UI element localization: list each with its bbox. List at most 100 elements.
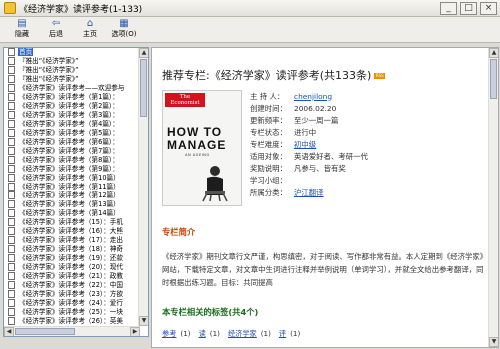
tag-link[interactable]: 评 [279, 329, 286, 338]
tree-item[interactable]: 《经济学家》读评参考（第2篇）： [4, 102, 148, 111]
options-button[interactable]: ▦ 选项(O) [110, 17, 138, 43]
tree-item[interactable]: 《经济学家》读评参考（第3篇）： [4, 111, 148, 120]
tree-item[interactable]: 《经济学家》读评参考（第5篇）： [4, 128, 148, 137]
document-icon [8, 316, 15, 325]
tree-hscroll-thumb[interactable] [15, 328, 75, 335]
elderly-figure-illustration [202, 166, 228, 202]
tree-horizontal-scrollbar[interactable]: ◀ ▶ [4, 326, 140, 336]
info-key: 奖励说明： [250, 164, 287, 174]
rss-icon[interactable]: RSS [374, 73, 386, 79]
tree-item-label: 《经济学家》读评参考（16）：大熊 [19, 227, 123, 236]
info-key: 更新频率： [250, 115, 287, 125]
tree-scroll-thumb[interactable] [140, 59, 147, 117]
tree-item[interactable]: 《经济学家》读评参考（第4篇）： [4, 119, 148, 129]
info-row: 奖励说明： 凡参与、皆有奖 [250, 163, 420, 175]
tree-item[interactable]: 《经济学家》读评参考（24）：爱行 [4, 298, 148, 307]
scroll-down-icon[interactable]: ▼ [139, 316, 148, 326]
tree-item[interactable]: 《经济学家》读评参考（第12篇） [4, 191, 148, 200]
close-button[interactable]: × [480, 1, 497, 15]
maximize-button[interactable]: □ [460, 1, 477, 15]
document-icon [8, 298, 15, 307]
tree-item-label: 首页 [18, 48, 34, 57]
tag-link[interactable]: 经济学家 [228, 329, 257, 338]
document-icon [8, 164, 15, 173]
document-icon [8, 48, 15, 57]
document-icon [8, 289, 15, 298]
tree-item-label: 《经济学家》读评参考（第13篇） [19, 200, 120, 209]
document-icon [8, 84, 15, 93]
tree-item[interactable]: 《经济学家》读评参考（第1篇）： [4, 93, 148, 102]
minimize-button[interactable]: _ [440, 1, 457, 15]
tree-item-label: 《经济学家》读评参考（22）：中国 [19, 280, 123, 289]
tree-item[interactable]: 《经济学家》读评参考（第8篇）： [4, 155, 148, 164]
document-icon [8, 102, 15, 111]
info-key: 专栏状态： [250, 127, 287, 137]
info-row: 创建时间： 2006.02.20 [250, 102, 420, 114]
tree-item[interactable]: 《经济学家》读评参考（23）：方欲 [4, 289, 148, 298]
tree-item[interactable]: 《经济学家》读评参考（16）：大熊 [4, 227, 148, 236]
tree-item[interactable]: 《经济学家》读评参考（第10篇） [4, 173, 148, 182]
tree-item[interactable]: 《经济学家》读评参考（25）：一块 [4, 307, 148, 316]
tree-item[interactable]: 《经济学家》读评参考（第9篇）： [4, 164, 148, 173]
tree-item[interactable]: 『推出“《经济学家》” [4, 57, 148, 66]
tree-item-label: 《经济学家》读评参考（21）：政教 [19, 271, 123, 280]
scroll-right-icon[interactable]: ▶ [130, 327, 140, 336]
document-icon [8, 182, 15, 191]
content-scroll-thumb[interactable] [490, 59, 497, 99]
tree-item[interactable]: 《经济学家》读评参考（15）：手机 [4, 218, 148, 227]
tree-item[interactable]: 《经济学家》读评参考——欢迎参与 [4, 84, 148, 93]
info-row: 学习小组： [250, 175, 420, 187]
content-pane: 推荐专栏:《经济学家》读评参考(共133条) RSS The Economist … [151, 47, 499, 348]
content-scroll-down-icon[interactable]: ▼ [489, 337, 498, 347]
tree-item[interactable]: 《经济学家》读评参考（21）：政教 [4, 271, 148, 280]
document-icon [8, 191, 15, 200]
scroll-up-icon[interactable]: ▲ [139, 48, 148, 58]
tree-item-label: 『推出“《经济学家》” [19, 66, 79, 75]
tree-item[interactable]: 《经济学家》读评参考（19）：还款 [4, 254, 148, 263]
home-button[interactable]: ⌂ 主页 [76, 17, 104, 43]
document-icon [8, 209, 15, 218]
app-icon [4, 2, 16, 14]
content-vertical-scrollbar[interactable]: ▲ ▼ [488, 48, 498, 347]
tree-item-label: 《经济学家》读评参考（第7篇）： [19, 146, 119, 155]
tree-item[interactable]: 首页 [4, 48, 148, 57]
back-arrow-icon: ⇦ [51, 18, 61, 29]
tree-item[interactable]: 『推出“《经济学家》” [4, 66, 148, 75]
tag-link[interactable]: 参考 [162, 329, 176, 338]
tree-item[interactable]: 《经济学家》读评参考（22）：中国 [4, 280, 148, 289]
scroll-left-icon[interactable]: ◀ [4, 327, 14, 336]
tree-item[interactable]: 《经济学家》读评参考（18）：神奇 [4, 245, 148, 254]
tree-item[interactable]: 《经济学家》读评参考（第13篇） [4, 200, 148, 209]
content-scroll-up-icon[interactable]: ▲ [489, 48, 498, 58]
info-link[interactable]: 沪江翻译 [294, 187, 324, 198]
tree-item[interactable]: 《经济学家》读评参考（第7篇）： [4, 146, 148, 155]
tree-item[interactable]: 《经济学家》读评参考（26）：英美 [4, 316, 148, 325]
tree-vertical-scrollbar[interactable]: ▲ ▼ [138, 48, 148, 326]
back-button[interactable]: ⇦ 后退 [42, 17, 70, 43]
tree-item[interactable]: 《经济学家》读评参考（第11篇） [4, 182, 148, 191]
info-key: 适用对象： [250, 152, 287, 162]
info-row: 专栏难度： 初中级 [250, 138, 420, 150]
document-icon [8, 119, 15, 128]
intro-text: 《经济学家》期刊文章行文严谨，构思缜密，对于阅读、写作都非常有益。本人定期到《经… [162, 252, 484, 287]
tag-link[interactable]: 读 [199, 329, 206, 338]
economist-logo: The Economist [165, 93, 205, 107]
info-key: 所属分类： [250, 188, 287, 198]
info-key: 学习小组： [250, 176, 287, 186]
tree-item[interactable]: 《经济学家》读评参考（第14篇） [4, 209, 148, 218]
hide-label: 隐藏 [15, 30, 29, 38]
info-link[interactable]: chenjilong [294, 92, 332, 101]
options-label: 选项(O) [111, 30, 137, 38]
tree-item-label: 《经济学家》读评参考（第14篇） [19, 209, 120, 218]
home-icon: ⌂ [86, 18, 94, 29]
tag-count: (1) [180, 329, 191, 338]
tree-item[interactable]: 《经济学家》读评参考（第6篇）： [4, 137, 148, 146]
tree-item[interactable]: 《经济学家》读评参考（17）：走出 [4, 236, 148, 245]
tree-item[interactable]: 『推出“《经济学家》” [4, 75, 148, 84]
tree-item[interactable]: 《经济学家》读评参考（20）：现代 [4, 262, 148, 272]
info-value: 进行中 [294, 127, 317, 137]
document-icon [8, 128, 15, 137]
info-row: 专栏状态： 进行中 [250, 126, 420, 138]
info-link[interactable]: 初中级 [294, 139, 316, 150]
hide-button[interactable]: ▤ 隐藏 [8, 17, 36, 43]
